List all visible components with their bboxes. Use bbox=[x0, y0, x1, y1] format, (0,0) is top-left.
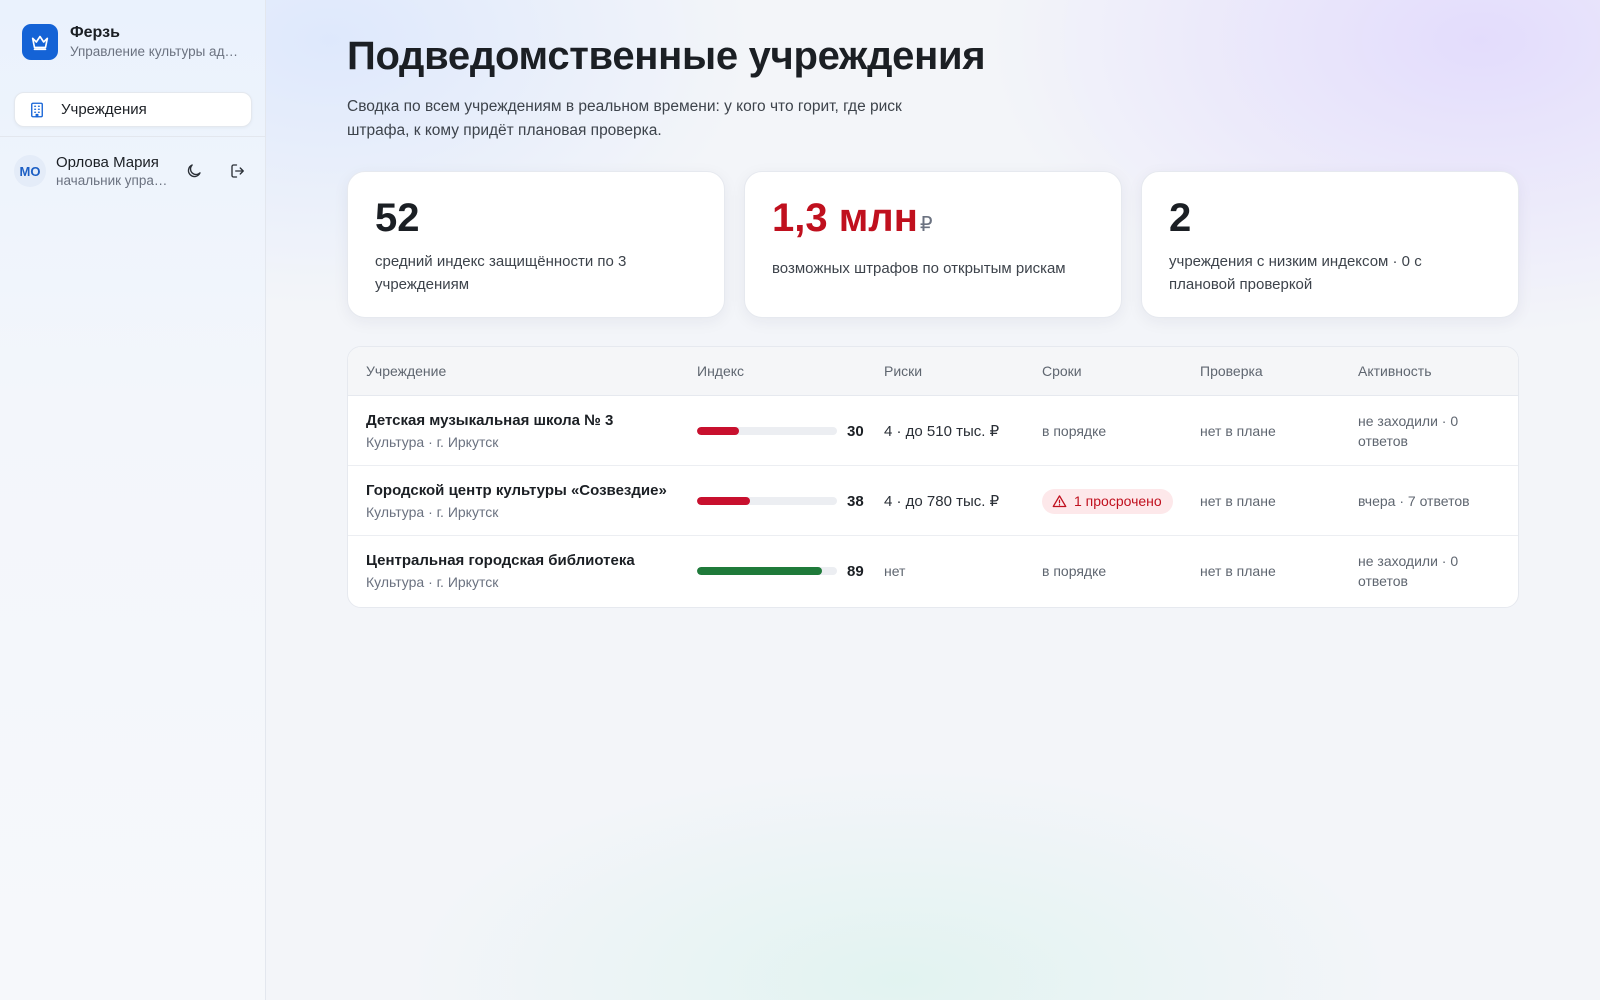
brand[interactable]: Ферзь Управление культуры администрации bbox=[22, 22, 258, 62]
index-bar bbox=[697, 567, 837, 575]
inspection-status: нет в плане bbox=[1200, 493, 1276, 509]
institution-name[interactable]: Центральная городская библиотека bbox=[366, 551, 635, 571]
stat-number: 1,3 млн bbox=[772, 196, 918, 240]
column-header-inspection[interactable]: Проверка bbox=[1200, 347, 1263, 396]
institutions-table: Учреждение Индекс Риски Сроки Проверка А… bbox=[347, 346, 1519, 608]
deadlines-status: в порядке bbox=[1042, 423, 1107, 439]
column-header-risks[interactable]: Риски bbox=[884, 347, 922, 396]
logout-icon bbox=[229, 162, 247, 180]
index-bar-fill bbox=[697, 427, 739, 435]
theme-toggle-button[interactable] bbox=[180, 157, 208, 185]
avatar[interactable]: МО bbox=[14, 155, 46, 187]
crown-icon bbox=[22, 24, 58, 60]
stat-unit: ₽ bbox=[919, 214, 933, 236]
app-name: Ферзь bbox=[70, 24, 120, 41]
stat-card-fines: 1,3 млн ₽ возможных штрафов по открытым р… bbox=[744, 171, 1122, 318]
sidebar-item-label: Учреждения bbox=[61, 101, 147, 118]
index-value: 38 bbox=[847, 492, 864, 510]
sidebar-item-institutions[interactable]: Учреждения bbox=[14, 92, 252, 127]
risks-value: 4 · до 780 тыс. ₽ bbox=[884, 493, 1000, 510]
deadlines-status: в порядке bbox=[1042, 563, 1107, 579]
activity-status: вчера · 7 ответов bbox=[1358, 493, 1470, 509]
sidebar: Ферзь Управление культуры администрации … bbox=[0, 0, 266, 1000]
index-value: 30 bbox=[847, 422, 864, 440]
stat-label: учреждения с низким индексом · 0 с плано… bbox=[1169, 253, 1422, 293]
column-header-institution[interactable]: Учреждение bbox=[366, 347, 446, 396]
stat-value: 1,3 млн ₽ bbox=[772, 194, 1094, 249]
risks-value: 4 · до 510 тыс. ₽ bbox=[884, 423, 1000, 440]
building-icon bbox=[28, 101, 46, 119]
sidebar-divider bbox=[0, 136, 266, 137]
overdue-badge-label: 1 просрочено bbox=[1074, 493, 1162, 509]
column-header-activity[interactable]: Активность bbox=[1358, 347, 1432, 396]
institution-name[interactable]: Городской центр культуры «Созвездие» bbox=[366, 481, 667, 501]
warning-icon bbox=[1052, 494, 1067, 509]
column-header-deadlines[interactable]: Сроки bbox=[1042, 347, 1082, 396]
index-value: 89 bbox=[847, 562, 864, 580]
index-bar-fill bbox=[697, 497, 751, 505]
table-row[interactable]: Центральная городская библиотека Культур… bbox=[348, 536, 1518, 606]
page-title: Подведомственные учреждения bbox=[347, 34, 986, 78]
table-row[interactable]: Городской центр культуры «Созвездие» Кул… bbox=[348, 466, 1518, 536]
user-panel: МО Орлова Мария начальник управления bbox=[14, 150, 254, 192]
overdue-badge[interactable]: 1 просрочено bbox=[1042, 488, 1173, 514]
user-role: начальник управления bbox=[56, 172, 168, 188]
index-bar bbox=[697, 497, 837, 505]
stat-value: 52 bbox=[375, 196, 420, 240]
logout-button[interactable] bbox=[224, 157, 252, 185]
activity-status: не заходили · 0 ответов bbox=[1358, 413, 1459, 449]
page-description: Сводка по всем учреждениям в реальном вр… bbox=[347, 98, 902, 139]
institution-meta: Культура · г. Иркутск bbox=[366, 573, 499, 590]
risks-value: нет bbox=[884, 563, 906, 579]
stat-card-average-index: 52 средний индекс защищённости по 3 учре… bbox=[347, 171, 725, 318]
inspection-status: нет в плане bbox=[1200, 423, 1276, 439]
app-subtitle: Управление культуры администрации bbox=[70, 44, 238, 59]
table-row[interactable]: Детская музыкальная школа № 3 Культура ·… bbox=[348, 396, 1518, 466]
institution-meta: Культура · г. Иркутск bbox=[366, 433, 499, 450]
user-name: Орлова Мария bbox=[56, 153, 159, 171]
table-header: Учреждение Индекс Риски Сроки Проверка А… bbox=[348, 347, 1518, 396]
stat-value: 2 bbox=[1169, 196, 1192, 240]
moon-icon bbox=[185, 162, 203, 180]
institution-meta: Культура · г. Иркутск bbox=[366, 503, 499, 520]
index-bar bbox=[697, 427, 837, 435]
column-header-index[interactable]: Индекс bbox=[697, 347, 744, 396]
stat-label: возможных штрафов по открытым рискам bbox=[772, 260, 1066, 277]
inspection-status: нет в плане bbox=[1200, 563, 1276, 579]
institution-name[interactable]: Детская музыкальная школа № 3 bbox=[366, 411, 613, 431]
stat-label: средний индекс защищённости по 3 учрежде… bbox=[375, 253, 627, 293]
activity-status: не заходили · 0 ответов bbox=[1358, 553, 1459, 589]
stats-section: 52 средний индекс защищённости по 3 учре… bbox=[347, 171, 1519, 318]
index-bar-fill bbox=[697, 567, 822, 575]
stat-card-low-index: 2 учреждения с низким индексом · 0 с пла… bbox=[1141, 171, 1519, 318]
